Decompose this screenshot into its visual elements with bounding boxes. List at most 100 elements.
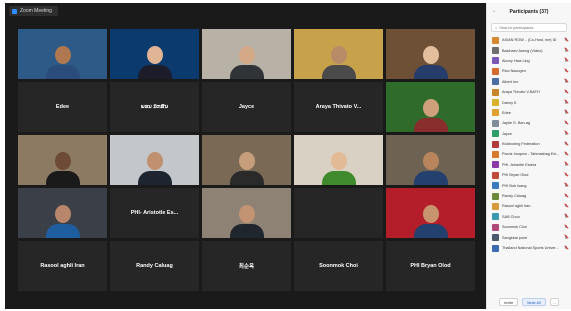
participant-row[interactable]: Parviz Inoqovs - Tahmasbag Exi... [487,149,571,159]
video-tile[interactable] [18,135,107,185]
avatar [492,36,499,44]
video-tile[interactable] [386,188,475,238]
muted-mic-icon [564,193,568,199]
participant-row[interactable]: Sangkbal point [487,232,571,242]
name-tile[interactable]: ພອນ ລັກສັນ [110,82,199,132]
participant-row[interactable]: Araya Thivato V-BATH [487,87,571,97]
chevron-down-icon[interactable]: ⌄ [492,8,496,14]
participants-panel: ⌄ Participants (37) ⌕ ASIAN ROW... (Co-H… [486,3,571,309]
muted-mic-icon [564,120,568,126]
participant-torso [229,224,264,238]
avatar [492,99,499,107]
participant-name: Jayce [238,104,255,110]
participant-name: ພອນ ລັກສັນ [140,104,169,110]
participant-head [422,152,439,170]
participant-row[interactable]: SAB Choo [487,212,571,222]
participant-grid: Edee ພອນ ລັກສັນ Jayce Araya Thivato V... PHI… [18,29,475,291]
name-tile[interactable] [294,188,383,238]
avatar [492,88,499,96]
participant-head [238,46,255,64]
participant-name: Araya Thivato V... [315,104,362,110]
name-tile[interactable]: PHI- Aristotle Es... [110,188,199,238]
name-tile[interactable]: PHI Bryan Olod [386,241,475,291]
participant-row-name: PHI- Aristotle Estera [502,162,537,167]
name-tile[interactable]: Rasool aghli Iran [18,241,107,291]
more-options-button[interactable]: ... [549,298,559,306]
participant-video-figure [321,46,356,79]
participant-row-name: Thailand National Sports Univer... [502,246,559,250]
search-input[interactable] [499,25,566,30]
participant-row-name: Parviz Inoqovs - Tahmasbag Exi... [502,152,560,157]
participant-row[interactable]: Randy Caluag [487,191,571,201]
participant-status-icons [564,235,568,240]
participant-row[interactable]: Rico Nacugen [487,66,571,76]
avatar [492,130,499,138]
participant-search[interactable]: ⌕ [491,23,567,32]
video-tile[interactable] [202,188,291,238]
participant-torso [321,65,356,79]
avatar [492,47,499,55]
name-tile[interactable]: Jayce [202,82,291,132]
participant-torso [137,171,172,185]
participant-row[interactable]: PHI- Aristotle Estera [487,160,571,170]
participant-row[interactable]: Jaybe S. Ban-ag [487,118,571,128]
video-tile[interactable] [386,82,475,132]
panel-header: ⌄ Participants (37) [487,3,571,21]
participant-status-icons [564,224,568,230]
name-tile[interactable]: Edee [18,82,107,132]
participant-head [238,205,255,223]
participant-row-name: Jaybe S. Ban-ag [502,121,531,126]
video-gallery: Zoom Meeting Edee ພອນ ລັກສັນ Jayce Araya Th… [5,3,486,309]
participant-row-name: SAB Choo [502,214,520,219]
name-tile[interactable]: Randy Caluag [110,241,199,291]
zoom-icon [12,8,17,14]
video-tile[interactable] [202,29,291,79]
video-tile[interactable] [18,29,107,79]
participant-row[interactable]: Rasool aghli Iran [487,201,571,211]
meeting-info-label[interactable]: Zoom Meeting [9,6,58,16]
participant-name: Rasool aghli Iran [40,263,85,269]
video-tile[interactable] [110,135,199,185]
participant-video-figure [137,152,172,185]
participant-status-icons [564,68,568,74]
name-tile[interactable]: 최순옥 [202,241,291,291]
video-tile[interactable] [18,188,107,238]
name-tile[interactable]: Soonmok Choi [294,241,383,291]
muted-mic-icon [564,162,568,167]
video-tile[interactable] [294,29,383,79]
participant-row[interactable]: Edee [487,108,571,118]
participant-status-icons [564,37,568,43]
participant-row[interactable]: Soonmok Choi [487,222,571,232]
video-tile[interactable] [386,29,475,79]
video-tile[interactable] [294,135,383,185]
participant-row[interactable]: Abuny Hwa Ling [487,56,571,66]
participant-row[interactable]: Baichaev Aseng (Video) [487,45,571,55]
participant-row[interactable]: PHI Bob Isang [487,180,571,190]
invite-button[interactable]: Invite [499,298,519,306]
video-tile[interactable] [110,29,199,79]
participant-video-figure [413,205,448,238]
participant-video-figure [137,46,172,79]
participant-row[interactable]: ASIAN ROW... (Co-Host, me) ID [487,35,571,45]
participant-row[interactable]: PHI Bryan Olod [487,170,571,180]
muted-mic-icon [564,89,568,95]
participant-row[interactable]: Jayce [487,129,571,139]
avatar [492,109,499,117]
participant-row[interactable]: Kickboxing Federation [487,139,571,149]
participant-row[interactable]: Albert Ino [487,77,571,87]
video-tile[interactable] [202,135,291,185]
participant-row-name: Kickboxing Federation [502,142,540,147]
participant-name: Edee [55,104,70,110]
muted-mic-icon [564,214,568,219]
participant-head [422,99,439,117]
participant-status-icons [564,245,568,251]
name-tile[interactable]: Araya Thivato V... [294,82,383,132]
participant-head [330,46,347,64]
video-tile[interactable] [386,135,475,185]
participant-row[interactable]: Danny K [487,97,571,107]
participant-status-icons [564,131,568,136]
avatar [492,57,499,65]
mute-all-button[interactable]: Mute All [522,298,546,306]
participant-row-name: Soonmok Choi [502,225,527,230]
participant-row[interactable]: Thailand National Sports Univer... [487,243,571,253]
